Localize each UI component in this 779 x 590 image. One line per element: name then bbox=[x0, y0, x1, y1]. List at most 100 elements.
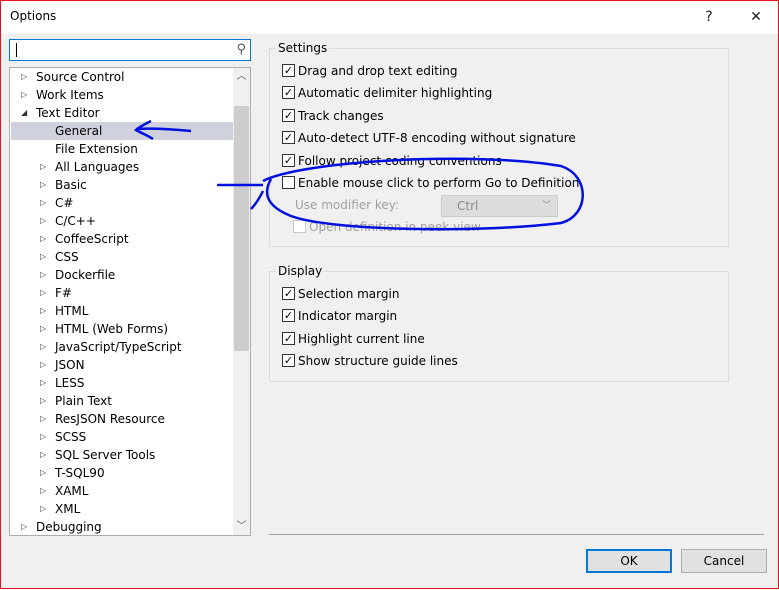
tree-item[interactable]: ▷ Plain Text bbox=[11, 392, 233, 410]
peek-view-checkbox[interactable]: Open definition in peek view bbox=[293, 220, 481, 236]
tree-item-label: Dockerfile bbox=[55, 268, 116, 282]
checkmark-icon: ✓ bbox=[282, 131, 295, 144]
tree-item[interactable]: ▷ C# bbox=[11, 194, 233, 212]
scroll-up-icon[interactable]: ︿ bbox=[233, 68, 250, 85]
tree-item-label: SQL Server Tools bbox=[55, 448, 156, 462]
tree-item[interactable]: ◢ Text Editor bbox=[11, 104, 233, 122]
tree-item-label: JSON bbox=[55, 358, 85, 372]
tree-item[interactable]: File Extension bbox=[11, 140, 233, 158]
ok-button[interactable]: OK bbox=[586, 549, 672, 573]
checkbox-label: Enable mouse click to perform Go to Defi… bbox=[298, 176, 580, 190]
settings-checkbox[interactable]: ✓ Auto-detect UTF-8 encoding without sign… bbox=[282, 131, 576, 147]
collapsed-arrow-icon[interactable]: ▷ bbox=[40, 176, 46, 194]
settings-checkbox[interactable]: ✓ Track changes bbox=[282, 109, 384, 125]
divider bbox=[269, 534, 764, 535]
tree-item[interactable]: ▷ LESS bbox=[11, 374, 233, 392]
tree-item[interactable]: ▷ SCSS bbox=[11, 428, 233, 446]
tree-item-label: ResJSON Resource bbox=[55, 412, 165, 426]
tree-item[interactable]: ▷ JSON bbox=[11, 356, 233, 374]
display-group-title: Display bbox=[276, 264, 325, 278]
scroll-down-icon[interactable]: ﹀ bbox=[233, 518, 250, 535]
tree-item[interactable]: ▷ C/C++ bbox=[11, 212, 233, 230]
tree-item-label: Source Control bbox=[36, 70, 125, 84]
search-icon[interactable]: ⚲ bbox=[236, 42, 246, 57]
collapsed-arrow-icon[interactable]: ▷ bbox=[21, 86, 27, 104]
checkbox-label: Drag and drop text editing bbox=[298, 64, 458, 78]
collapsed-arrow-icon[interactable]: ▷ bbox=[40, 230, 46, 248]
settings-checkbox[interactable]: Enable mouse click to perform Go to Defi… bbox=[282, 176, 579, 192]
checkbox-label: Track changes bbox=[298, 109, 384, 123]
peek-view-label: Open definition in peek view bbox=[309, 220, 481, 234]
options-dialog: Options ? ✕ ⚲ ︿ ﹀ ▷ Source Control ▷ Work I… bbox=[0, 0, 779, 589]
checkbox-box bbox=[282, 176, 295, 189]
tree-item-label: C# bbox=[55, 196, 74, 210]
collapsed-arrow-icon[interactable]: ▷ bbox=[40, 284, 46, 302]
tree-item[interactable]: ▷ All Languages bbox=[11, 158, 233, 176]
display-checkbox[interactable]: ✓ Selection margin bbox=[282, 287, 399, 303]
modifier-key-select[interactable]: Ctrl ﹀ bbox=[441, 195, 558, 217]
tree-item[interactable]: ▷ XAML bbox=[11, 482, 233, 500]
help-button[interactable]: ? bbox=[697, 5, 721, 29]
tree-item[interactable]: ▷ Basic bbox=[11, 176, 233, 194]
collapsed-arrow-icon[interactable]: ▷ bbox=[40, 302, 46, 320]
scrollbar-thumb[interactable] bbox=[234, 106, 249, 351]
collapsed-arrow-icon[interactable]: ▷ bbox=[40, 158, 46, 176]
search-input[interactable]: ⚲ bbox=[9, 39, 251, 61]
tree-item[interactable]: ▷ Dockerfile bbox=[11, 266, 233, 284]
tree-item[interactable]: ▷ ResJSON Resource bbox=[11, 410, 233, 428]
checkmark-icon: ✓ bbox=[282, 287, 295, 300]
tree-item-label: HTML bbox=[55, 304, 89, 318]
collapsed-arrow-icon[interactable]: ▷ bbox=[40, 410, 46, 428]
collapsed-arrow-icon[interactable]: ▷ bbox=[40, 338, 46, 356]
tree-scrollbar[interactable]: ︿ ﹀ bbox=[233, 68, 250, 535]
tree-item[interactable]: ▷ CSS bbox=[11, 248, 233, 266]
tree-item[interactable]: General bbox=[11, 122, 233, 140]
tree-item-label: CSS bbox=[55, 250, 79, 264]
tree-item[interactable]: ▷ Debugging bbox=[11, 518, 233, 535]
tree-item[interactable]: ▷ HTML (Web Forms) bbox=[11, 320, 233, 338]
collapsed-arrow-icon[interactable]: ▷ bbox=[40, 464, 46, 482]
display-checkbox[interactable]: ✓ Highlight current line bbox=[282, 332, 425, 348]
tree-item-label: C/C++ bbox=[55, 214, 96, 228]
window-title: Options bbox=[10, 9, 57, 23]
settings-checkbox[interactable]: ✓ Follow project coding conventions bbox=[282, 154, 502, 170]
tree-item[interactable]: ▷ JavaScript/TypeScript bbox=[11, 338, 233, 356]
tree-item[interactable]: ▷ HTML bbox=[11, 302, 233, 320]
close-button[interactable]: ✕ bbox=[744, 5, 768, 29]
expanded-arrow-icon[interactable]: ◢ bbox=[21, 104, 27, 122]
cancel-button[interactable]: Cancel bbox=[681, 549, 767, 573]
display-checkbox[interactable]: ✓ Show structure guide lines bbox=[282, 354, 458, 370]
tree-item[interactable]: ▷ Source Control bbox=[11, 68, 233, 86]
collapsed-arrow-icon[interactable]: ▷ bbox=[40, 500, 46, 518]
checkmark-icon: ✓ bbox=[282, 109, 295, 122]
tree-item[interactable]: ▷ Work Items bbox=[11, 86, 233, 104]
collapsed-arrow-icon[interactable]: ▷ bbox=[21, 68, 27, 86]
display-checkbox[interactable]: ✓ Indicator margin bbox=[282, 309, 397, 325]
settings-checkbox[interactable]: ✓ Drag and drop text editing bbox=[282, 64, 458, 80]
checkbox-label: Auto-detect UTF-8 encoding without signa… bbox=[298, 131, 576, 145]
tree-item-label: All Languages bbox=[55, 160, 140, 174]
collapsed-arrow-icon[interactable]: ▷ bbox=[40, 356, 46, 374]
collapsed-arrow-icon[interactable]: ▷ bbox=[40, 446, 46, 464]
collapsed-arrow-icon[interactable]: ▷ bbox=[40, 212, 46, 230]
collapsed-arrow-icon[interactable]: ▷ bbox=[40, 482, 46, 500]
tree-item[interactable]: ▷ T-SQL90 bbox=[11, 464, 233, 482]
collapsed-arrow-icon[interactable]: ▷ bbox=[40, 266, 46, 284]
tree-item[interactable]: ▷ SQL Server Tools bbox=[11, 446, 233, 464]
tree-item[interactable]: ▷ CoffeeScript bbox=[11, 230, 233, 248]
collapsed-arrow-icon[interactable]: ▷ bbox=[40, 374, 46, 392]
collapsed-arrow-icon[interactable]: ▷ bbox=[40, 248, 46, 266]
tree-item[interactable]: ▷ F# bbox=[11, 284, 233, 302]
tree-item-label: Work Items bbox=[36, 88, 104, 102]
settings-checkbox[interactable]: ✓ Automatic delimiter highlighting bbox=[282, 86, 492, 102]
collapsed-arrow-icon[interactable]: ▷ bbox=[40, 194, 46, 212]
checkbox-box bbox=[293, 220, 306, 233]
collapsed-arrow-icon[interactable]: ▷ bbox=[40, 320, 46, 338]
tree-item-label: JavaScript/TypeScript bbox=[55, 340, 182, 354]
tree-item[interactable]: ▷ XML bbox=[11, 500, 233, 518]
modifier-key-label: Use modifier key: bbox=[295, 198, 400, 212]
collapsed-arrow-icon[interactable]: ▷ bbox=[40, 392, 46, 410]
collapsed-arrow-icon[interactable]: ▷ bbox=[21, 518, 27, 535]
collapsed-arrow-icon[interactable]: ▷ bbox=[40, 428, 46, 446]
checkmark-icon: ✓ bbox=[282, 154, 295, 167]
